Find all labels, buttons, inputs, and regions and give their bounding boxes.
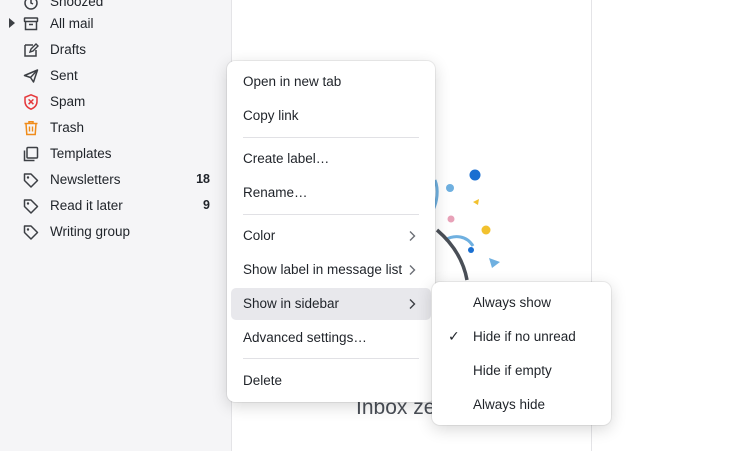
label-context-menu: Open in new tab Copy link Create label… … <box>227 61 435 402</box>
send-icon <box>22 67 40 85</box>
menu-item-label: Color <box>243 228 276 243</box>
spam-icon <box>22 93 40 111</box>
sidebar-item-drafts[interactable]: Drafts <box>0 37 231 63</box>
chevron-right-icon <box>409 299 416 309</box>
sidebar-item-label: Read it later <box>50 198 123 213</box>
show-in-sidebar-submenu: Always show ✓ Hide if no unread Hide if … <box>432 282 611 425</box>
menu-item-show-label-in-list[interactable]: Show label in message list <box>231 254 431 286</box>
templates-icon <box>22 145 40 163</box>
menu-item-label: Open in new tab <box>243 74 342 89</box>
menu-item-label: Show label in message list <box>243 262 403 277</box>
menu-item-label: Show in sidebar <box>243 296 340 311</box>
expand-chevron-icon[interactable] <box>9 18 15 28</box>
menu-item-delete[interactable]: Delete <box>231 365 431 397</box>
menu-item-label: Copy link <box>243 108 299 123</box>
submenu-item-label: Hide if no unread <box>473 329 576 344</box>
submenu-item-hide-if-empty[interactable]: Hide if empty <box>436 356 607 386</box>
drafts-icon <box>22 41 40 59</box>
checkmark-icon: ✓ <box>448 328 460 344</box>
label-icon <box>22 223 40 241</box>
submenu-item-label: Always show <box>473 295 552 310</box>
submenu-item-label: Hide if empty <box>473 363 552 378</box>
submenu-item-hide-if-no-unread[interactable]: ✓ Hide if no unread <box>436 322 607 352</box>
menu-item-rename[interactable]: Rename… <box>231 177 431 209</box>
menu-item-show-in-sidebar[interactable]: Show in sidebar <box>231 288 431 320</box>
sidebar-item-spam[interactable]: Spam <box>0 89 231 115</box>
unread-count: 9 <box>203 198 210 212</box>
trash-icon <box>22 119 40 137</box>
chevron-right-icon <box>409 231 416 241</box>
sidebar-item-label: Drafts <box>50 42 87 57</box>
submenu-item-always-show[interactable]: Always show <box>436 288 607 318</box>
sidebar-item-writing-group[interactable]: Writing group <box>0 219 231 245</box>
label-icon <box>22 197 40 215</box>
sidebar-item-label: Templates <box>50 146 112 161</box>
archive-icon <box>22 15 40 33</box>
menu-item-label: Rename… <box>243 185 308 200</box>
menu-item-label: Advanced settings… <box>243 330 367 345</box>
sidebar-item-newsletters[interactable]: Newsletters 18 <box>0 167 231 193</box>
menu-item-open-new-tab[interactable]: Open in new tab <box>231 66 431 98</box>
submenu-item-always-hide[interactable]: Always hide <box>436 390 607 420</box>
sidebar-item-label: Sent <box>50 68 78 83</box>
menu-divider <box>243 214 419 215</box>
menu-item-create-label[interactable]: Create label… <box>231 143 431 175</box>
sidebar-item-templates[interactable]: Templates <box>0 141 231 167</box>
sidebar-item-sent[interactable]: Sent <box>0 63 231 89</box>
sidebar-item-label: Snoozed <box>50 0 104 9</box>
submenu-item-label: Always hide <box>473 397 546 412</box>
sidebar-item-read-it-later[interactable]: Read it later 9 <box>0 193 231 219</box>
menu-item-copy-link[interactable]: Copy link <box>231 100 431 132</box>
label-icon <box>22 171 40 189</box>
reading-pane <box>592 0 729 451</box>
sidebar-item-label: All mail <box>50 16 94 31</box>
menu-item-label: Create label… <box>243 151 330 166</box>
menu-item-color[interactable]: Color <box>231 220 431 252</box>
menu-item-advanced-settings[interactable]: Advanced settings… <box>231 322 431 354</box>
chevron-right-icon <box>409 265 416 275</box>
menu-divider <box>243 137 419 138</box>
sidebar-item-trash[interactable]: Trash <box>0 115 231 141</box>
sidebar-item-label: Trash <box>50 120 85 135</box>
sidebar-item-all-mail[interactable]: All mail <box>0 11 231 37</box>
sidebar-item-label: Newsletters <box>50 172 121 187</box>
sidebar-item-label: Writing group <box>50 224 131 239</box>
menu-divider <box>243 358 419 359</box>
unread-count: 18 <box>196 172 210 186</box>
snooze-icon <box>22 0 40 11</box>
menu-item-label: Delete <box>243 373 283 388</box>
sidebar-item-label: Spam <box>50 94 86 109</box>
sidebar: Snoozed All mail Drafts Sent Spam Trash <box>0 0 232 451</box>
